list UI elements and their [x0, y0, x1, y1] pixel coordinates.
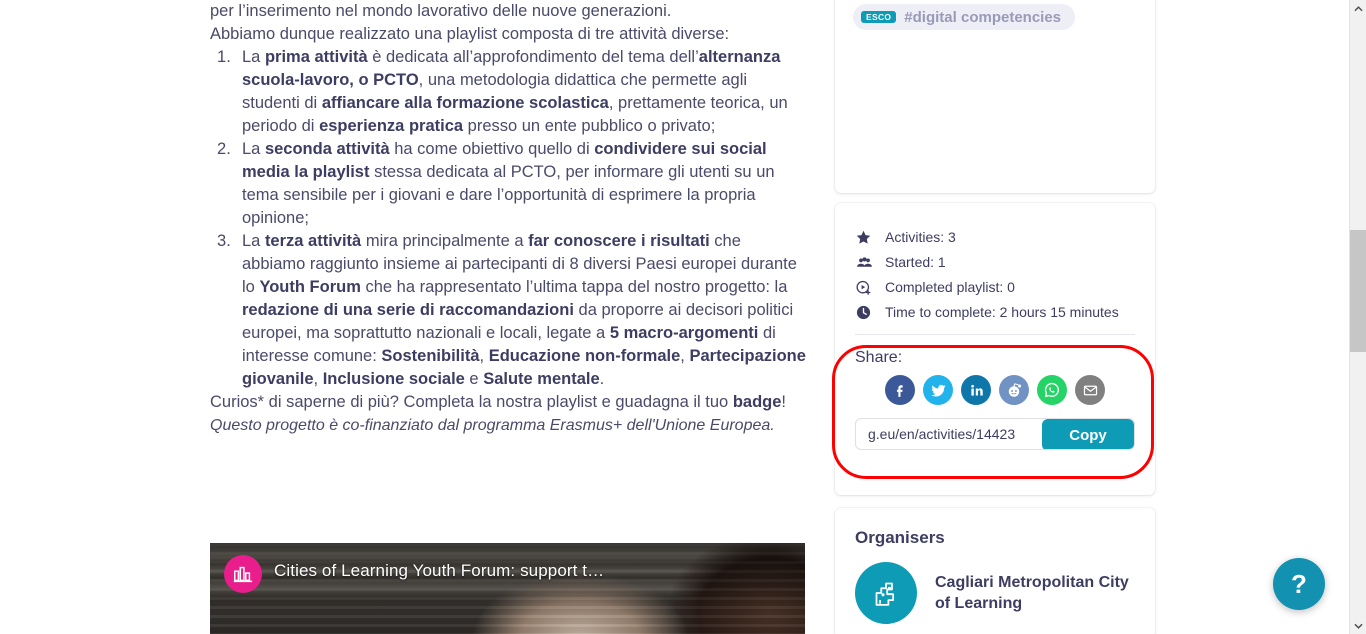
esco-tag-4[interactable]: ESCO #digital competencies	[853, 4, 1076, 30]
share-reddit-button[interactable]	[999, 375, 1029, 405]
share-linkedin-button[interactable]	[961, 375, 991, 405]
organiser-name[interactable]: Cagliari Metropolitan City of Learning	[935, 572, 1135, 614]
text-emphasis: badge	[732, 393, 782, 411]
reddit-icon	[1008, 383, 1022, 397]
text-emphasis: far conoscere i risultati	[528, 232, 710, 250]
text-run: presso un ente pubblico o privato;	[463, 117, 716, 135]
text-emphasis: terza attività	[264, 232, 362, 250]
share-buttons-row	[855, 375, 1135, 405]
text-run: !	[781, 393, 786, 411]
text-emphasis: affiancare alla formazione scolastica	[321, 94, 609, 112]
text-run: è dedicata all’approfondimento del tema …	[367, 48, 699, 66]
text-run: mira principalmente a	[361, 232, 529, 250]
paragraph-intro-tail: per l’inserimento nel mondo lavorativo d…	[210, 2, 672, 20]
scrollbar-down-arrow-icon[interactable]	[1350, 617, 1366, 634]
paragraph-curios: Curios* di saperne di più? Completa la n…	[210, 391, 806, 414]
star-icon	[855, 229, 877, 245]
stat-label: Started: 1	[885, 254, 946, 270]
organiser-row[interactable]: Cagliari Metropolitan City of Learning	[855, 562, 1135, 624]
text-run: La	[242, 232, 265, 250]
stat-label: Activities: 3	[885, 229, 956, 245]
scrollbar-up-arrow-icon[interactable]	[1350, 0, 1366, 17]
group-icon	[855, 254, 877, 270]
esco-tags-list: ESCO#social media managementESCO#conduct…	[853, 0, 1137, 30]
divider	[855, 334, 1135, 335]
text-emphasis: 5 macro-argomenti	[609, 324, 759, 342]
text-run: .	[599, 370, 605, 388]
playlist-add-icon	[855, 279, 877, 295]
help-button[interactable]: ?	[1273, 558, 1325, 610]
activity-list-item: La terza attività mira principalmente a …	[210, 230, 806, 391]
text-emphasis: seconda attività	[264, 140, 390, 158]
youtube-video-embed[interactable]: Cities of Learning Youth Forum: support …	[210, 543, 805, 634]
question-mark-icon: ?	[1291, 568, 1307, 599]
text-emphasis: Sostenibilità	[381, 347, 480, 365]
activity-list-item: La prima attività è dedicata all’approfo…	[210, 46, 806, 138]
stat-row-3: Time to complete: 2 hours 15 minutes	[855, 304, 1135, 320]
video-top-gradient	[210, 543, 805, 634]
video-title[interactable]: Cities of Learning Youth Forum: support …	[274, 561, 604, 581]
paragraph-playlist-intro: Abbiamo dunque realizzato una playlist c…	[210, 25, 730, 43]
facebook-icon	[896, 384, 903, 397]
text-run: ,	[313, 370, 323, 388]
organisers-card: Organisers Cagliari Metropolitan City of…	[835, 508, 1155, 634]
linkedin-icon	[970, 384, 983, 396]
article-body: per l’inserimento nel mondo lavorativo d…	[210, 0, 806, 437]
text-emphasis: Inclusione sociale	[322, 370, 465, 388]
esco-tags-card: ESCO#social media managementESCO#conduct…	[835, 0, 1155, 193]
share-url-row: Copy	[855, 418, 1135, 450]
page-scrollbar[interactable]	[1349, 0, 1366, 634]
text-emphasis: redazione di una serie di raccomandazion…	[242, 301, 574, 319]
paragraph-erasmus: Questo progetto è co-finanziato dal prog…	[210, 417, 775, 434]
text-run: ha come obiettivo quello di	[389, 140, 595, 158]
text-emphasis: prima attività	[264, 48, 368, 66]
stat-label: Completed playlist: 0	[885, 279, 1015, 295]
copy-button[interactable]: Copy	[1042, 419, 1134, 449]
esco-tag-label: #digital competencies	[904, 8, 1062, 26]
share-twitter-button[interactable]	[923, 375, 953, 405]
share-label: Share:	[855, 349, 903, 366]
share-email-button[interactable]	[1075, 375, 1105, 405]
city-of-learning-logo-icon	[855, 562, 917, 624]
stat-row-2: Completed playlist: 0	[855, 279, 1135, 295]
stats-and-share-card: Activities: 3 Started: 1 Completed playlis…	[832, 203, 1155, 495]
text-emphasis: esperienza pratica	[319, 117, 464, 135]
text-emphasis: Educazione non-formale	[488, 347, 681, 365]
stat-row-0: Activities: 3	[855, 229, 1135, 245]
twitter-icon	[930, 384, 946, 397]
page-root: per l’inserimento nel mondo lavorativo d…	[0, 0, 1366, 634]
activity-list-item: La seconda attività ha come obiettivo qu…	[210, 138, 806, 230]
esco-badge-icon: ESCO	[861, 10, 897, 24]
whatsapp-icon	[1044, 382, 1059, 398]
clock-icon	[855, 304, 877, 320]
stat-label: Time to complete: 2 hours 15 minutes	[885, 304, 1119, 320]
stat-row-1: Started: 1	[855, 254, 1135, 270]
text-run: che ha rappresentato l’ultima tappa del …	[360, 278, 788, 296]
organisers-title: Organisers	[855, 528, 945, 547]
text-run: La	[242, 140, 265, 158]
envelope-icon	[1083, 385, 1097, 395]
share-whatsapp-button[interactable]	[1037, 375, 1067, 405]
text-run: ,	[479, 347, 489, 365]
activities-list: La prima attività è dedicata all’approfo…	[210, 46, 806, 391]
cities-of-learning-logo-icon[interactable]	[224, 555, 262, 593]
share-facebook-button[interactable]	[885, 375, 915, 405]
scrollbar-thumb[interactable]	[1350, 230, 1366, 352]
text-run: Curios* di saperne di più? Completa la n…	[210, 393, 733, 411]
stats-list: Activities: 3 Started: 1 Completed playlis…	[855, 229, 1135, 320]
text-emphasis: Youth Forum	[259, 278, 361, 296]
text-run: La	[242, 48, 265, 66]
text-emphasis: Salute mentale	[483, 370, 600, 388]
text-run: e	[464, 370, 484, 388]
